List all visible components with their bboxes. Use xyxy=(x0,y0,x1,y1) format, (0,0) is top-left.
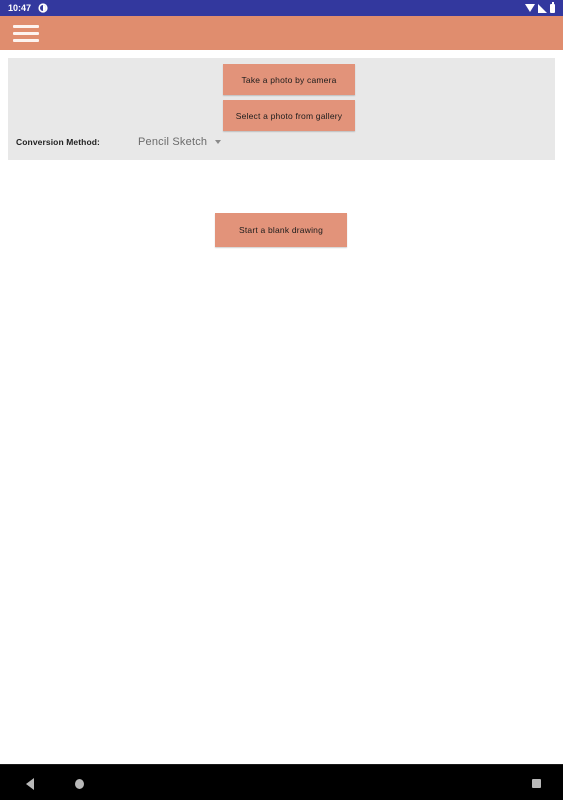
chevron-down-icon xyxy=(215,140,222,144)
conversion-method-label: Conversion Method: xyxy=(16,137,100,147)
menu-line-1 xyxy=(13,24,39,28)
cellular-signal-icon xyxy=(538,3,547,13)
menu-line-3 xyxy=(13,38,39,42)
start-blank-drawing-button[interactable]: Start a blank drawing xyxy=(215,213,347,247)
back-triangle-icon[interactable] xyxy=(26,778,34,790)
photo-source-panel: Take a photo by camera Select a photo fr… xyxy=(8,58,555,160)
hamburger-menu-icon[interactable] xyxy=(8,18,44,48)
status-bar-clock: 10:47 xyxy=(8,3,32,13)
select-photo-from-gallery-button[interactable]: Select a photo from gallery xyxy=(223,100,355,131)
conversion-method-selected-value: Pencil Sketch xyxy=(137,136,208,148)
battery-icon xyxy=(550,2,555,13)
home-circle-icon[interactable] xyxy=(75,779,84,789)
main-content: Take a photo by camera Select a photo fr… xyxy=(0,50,563,765)
menu-line-2 xyxy=(13,31,39,35)
android-navigation-bar xyxy=(0,764,563,800)
recents-square-icon[interactable] xyxy=(532,779,541,788)
conversion-method-row: Conversion Method: Pencil Sketch xyxy=(16,136,222,148)
wifi-icon xyxy=(525,4,535,12)
circle-notification-icon xyxy=(38,3,48,13)
status-bar: 10:47 xyxy=(0,0,563,16)
status-bar-indicators xyxy=(525,2,555,13)
take-photo-by-camera-button[interactable]: Take a photo by camera xyxy=(223,64,355,95)
conversion-method-dropdown[interactable]: Pencil Sketch xyxy=(137,136,222,148)
app-bar xyxy=(0,16,563,50)
